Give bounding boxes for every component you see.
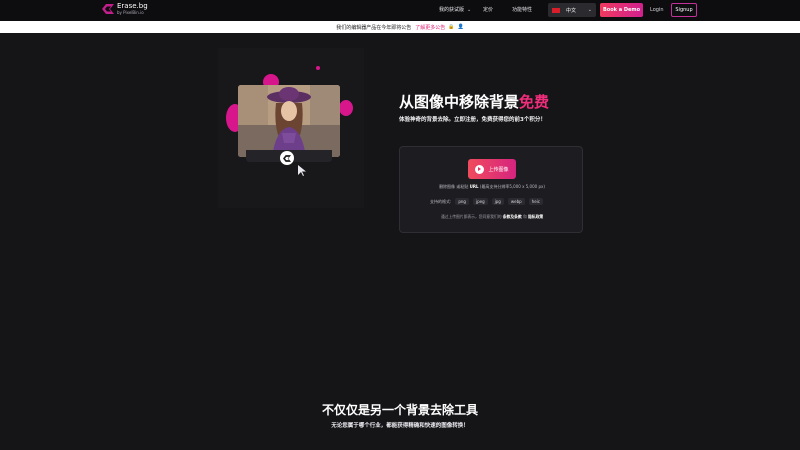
woman-with-hat-image — [238, 85, 340, 157]
cursor-arrow-icon — [298, 165, 306, 176]
banner-text: 我们的编辑器产品在今年即将公告 — [336, 24, 412, 31]
terms-link[interactable]: 条款及条款 — [503, 214, 522, 219]
privacy-link[interactable]: 隐私政策 — [528, 214, 543, 219]
paste-url-link[interactable]: URL — [470, 184, 479, 189]
sample-photo — [238, 85, 340, 157]
format-badge: png — [455, 198, 469, 205]
chevron-down-icon: ⌄ — [467, 6, 472, 13]
flag-cn-icon — [552, 7, 560, 13]
format-badge: heic — [528, 198, 543, 205]
section-title: 不仅仅是另一个背景去除工具 — [321, 403, 478, 417]
note-and: 和 — [522, 214, 527, 219]
format-badge: jpeg — [472, 198, 488, 205]
hero-subtitle: 体验神奇的背景去除。立即注册，免费获得您的前3个积分！ — [399, 117, 546, 123]
terms-note: 通过上传图片即表示，您同意我们的 条款及条款 和 隐私政策 — [400, 214, 584, 220]
logo-name: Erase.bg — [117, 2, 148, 10]
upload-icon — [475, 164, 485, 174]
nav-item-pricing[interactable]: 定价 — [483, 6, 493, 13]
decor-blob — [316, 66, 320, 70]
logo-mark-icon — [102, 4, 114, 14]
hero-title-main: 从图像中移除背景 — [399, 93, 520, 111]
person-icon: 👤 — [457, 24, 464, 30]
book-demo-button[interactable]: Book a Demo — [600, 3, 643, 17]
language-label: 中文 — [566, 7, 577, 14]
section-subtitle: 无论您属于哪个行业，都能获得精确和快速的图像转换！ — [331, 423, 469, 429]
upload-hint: 删除图像 或粘贴 URL (最高支持分辨率5,000 x 5,000 px) — [400, 184, 584, 190]
signup-button[interactable]: Signup — [671, 3, 697, 17]
nav-item-features[interactable]: 功能特性 — [512, 6, 532, 13]
format-badge: jpg — [491, 198, 504, 205]
logo[interactable]: Erase.bg by PixelBin.io — [102, 3, 148, 15]
hero-title: 从图像中移除背景免费 — [399, 91, 549, 112]
banner-link[interactable]: 了解更多公告 — [415, 24, 445, 31]
decor-blob — [339, 100, 353, 116]
announcement-banner: 我们的编辑器产品在今年即将公告 了解更多公告 🔒 👤 — [0, 21, 800, 33]
upload-card[interactable]: 上传图像 删除图像 或粘贴 URL (最高支持分辨率5,000 x 5,000 … — [399, 146, 583, 233]
nav-item-trial[interactable]: 我的获试版 ⌄ — [439, 6, 472, 14]
upload-image-button[interactable]: 上传图像 — [468, 159, 516, 179]
hint-prefix: 删除图像 或粘贴 — [439, 184, 469, 189]
hint-suffix: (最高支持分辨率5,000 x 5,000 px) — [479, 184, 545, 189]
format-badge: webp — [507, 198, 525, 205]
upload-button-label: 上传图像 — [488, 166, 509, 173]
nav-item-label: 我的获试版 — [439, 7, 465, 13]
supported-formats: 支持的格式: png jpeg jpg webp heic — [430, 198, 543, 205]
eraser-icon — [280, 151, 294, 165]
formats-label: 支持的格式: — [430, 198, 452, 204]
login-link[interactable]: Login — [650, 7, 664, 13]
language-select[interactable]: 中文 ⌄ — [548, 3, 596, 17]
nav-item-label: 定价 — [483, 7, 494, 13]
note-prefix: 通过上传图片即表示，您同意我们的 — [440, 214, 502, 219]
logo-subtitle: by PixelBin.io — [117, 10, 144, 15]
hero-title-accent: 免费 — [519, 93, 550, 111]
nav-item-label: 功能特性 — [512, 7, 533, 13]
lock-icon: 🔒 — [448, 24, 455, 30]
top-nav: Erase.bg by PixelBin.io 我的获试版 ⌄ 定价 功能特性 … — [0, 0, 800, 21]
chevron-down-icon: ⌄ — [587, 7, 592, 13]
